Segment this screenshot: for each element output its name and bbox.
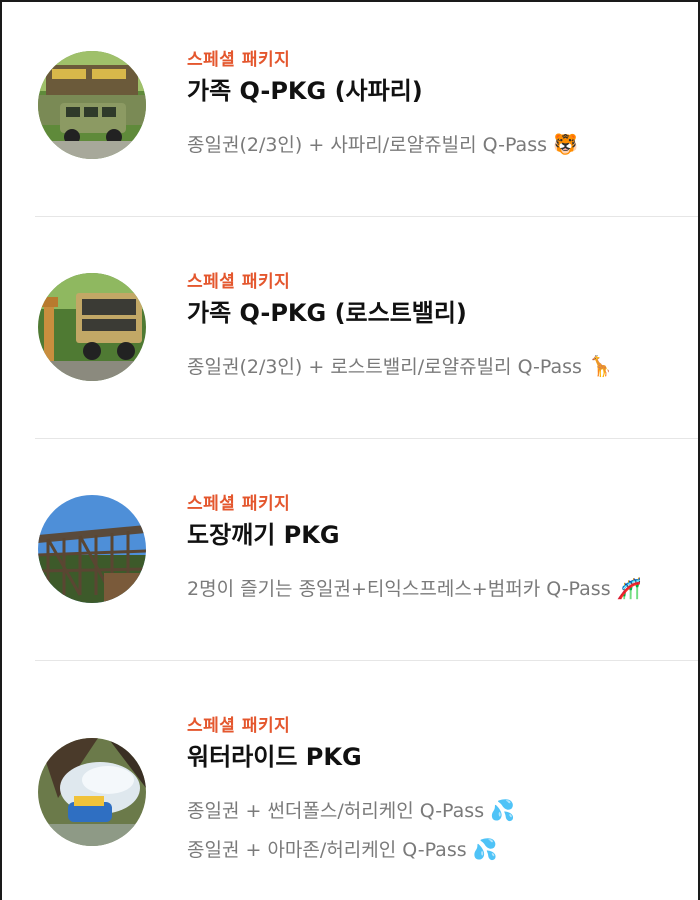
package-link-lost-valley[interactable]: 스페셜 패키지 가족 Q-PKG (로스트밸리) 종일권(2/3인) + 로스트… (35, 262, 698, 438)
package-tag: 스페셜 패키지 (187, 272, 291, 292)
package-desc: 종일권(2/3인) + 사파리/로얄쥬빌리 Q-Pass 🐯 (187, 130, 698, 159)
safari-thumbnail-image (38, 51, 146, 159)
package-desc: 2명이 즐기는 종일권+티익스프레스+범퍼카 Q-Pass 🎢 (187, 574, 698, 603)
package-item-water-ride[interactable]: 스페셜 패키지 워터라이드 PKG 종일권 + 썬더폴스/허리케인 Q-Pass… (35, 706, 698, 900)
divider (35, 438, 698, 439)
lost-valley-giraffe-photo (38, 273, 146, 381)
tiger-emoji-icon: 🐯 (553, 132, 578, 156)
package-tag: 스페셜 패키지 (187, 494, 291, 514)
wooden-coaster-photo (38, 495, 146, 603)
package-desc-text: 2명이 즐기는 종일권+티익스프레스+범퍼카 Q-Pass (187, 578, 611, 600)
package-desc: 종일권 + 아마존/허리케인 Q-Pass 💦 (187, 835, 698, 864)
package-tag: 스페셜 패키지 (187, 716, 291, 736)
package-tag: 스페셜 패키지 (187, 50, 291, 70)
package-item-safari[interactable]: 스페셜 패키지 가족 Q-PKG (사파리) 종일권(2/3인) + 사파리/로… (35, 40, 698, 216)
package-title: 도장깨기 PKG (187, 521, 340, 549)
package-desc-text: 종일권 + 썬더폴스/허리케인 Q-Pass (187, 800, 485, 822)
package-link-challenge[interactable]: 스페셜 패키지 도장깨기 PKG 2명이 즐기는 종일권+티익스프레스+범퍼카 … (35, 484, 698, 660)
package-title: 가족 Q-PKG (로스트밸리) (187, 299, 467, 327)
water-ride-thumbnail-image (38, 738, 146, 846)
sweat-droplets-emoji-icon: 💦 (490, 798, 516, 822)
sweat-droplets-emoji-icon: 💦 (472, 837, 498, 861)
coaster-thumbnail-image (38, 495, 146, 603)
package-title: 워터라이드 PKG (187, 743, 362, 771)
roller-coaster-emoji-icon: 🎢 (616, 576, 642, 600)
package-item-lost-valley[interactable]: 스페셜 패키지 가족 Q-PKG (로스트밸리) 종일권(2/3인) + 로스트… (35, 262, 698, 438)
divider (35, 660, 698, 661)
package-link-water-ride[interactable]: 스페셜 패키지 워터라이드 PKG 종일권 + 썬더폴스/허리케인 Q-Pass… (35, 706, 698, 900)
divider (35, 216, 698, 217)
giraffe-emoji-icon: 🦒 (587, 354, 613, 378)
package-desc-text: 종일권(2/3인) + 사파리/로얄쥬빌리 Q-Pass (187, 134, 547, 156)
safari-bus-photo (38, 51, 146, 159)
package-item-challenge[interactable]: 스페셜 패키지 도장깨기 PKG 2명이 즐기는 종일권+티익스프레스+범퍼카 … (35, 484, 698, 660)
package-desc: 종일권 + 썬더폴스/허리케인 Q-Pass 💦 (187, 796, 698, 825)
package-desc-text: 종일권 + 아마존/허리케인 Q-Pass (187, 839, 467, 861)
package-desc: 종일권(2/3인) + 로스트밸리/로얄쥬빌리 Q-Pass 🦒 (187, 352, 698, 381)
package-title: 가족 Q-PKG (사파리) (187, 77, 423, 105)
package-link-safari[interactable]: 스페셜 패키지 가족 Q-PKG (사파리) 종일권(2/3인) + 사파리/로… (35, 40, 698, 216)
package-desc-text: 종일권(2/3인) + 로스트밸리/로얄쥬빌리 Q-Pass (187, 356, 582, 378)
lost-valley-thumbnail-image (38, 273, 146, 381)
water-ride-photo (38, 738, 146, 846)
